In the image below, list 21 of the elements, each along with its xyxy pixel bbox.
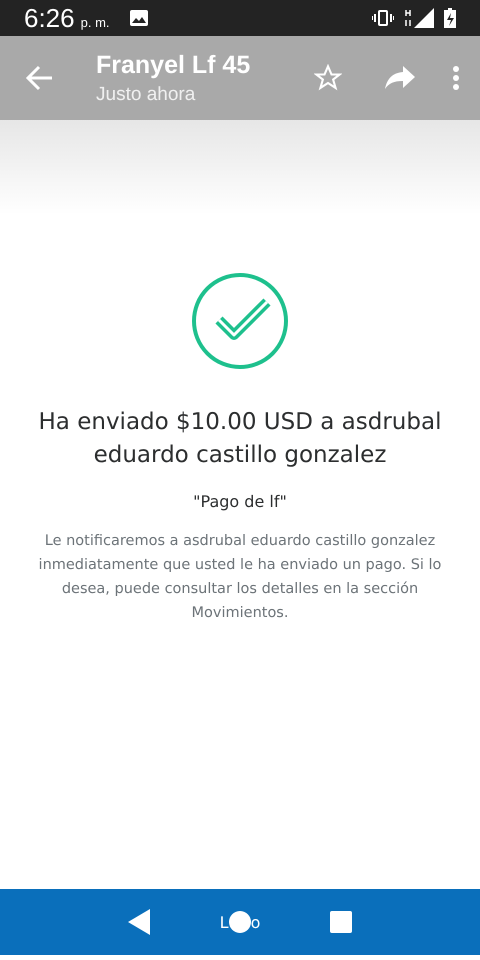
success-check-icon [191, 272, 289, 370]
done-button-bar[interactable]: L o [0, 889, 480, 955]
status-ampm: p. m. [80, 14, 110, 30]
payment-note: "Pago de lf" [193, 492, 287, 511]
battery-icon [444, 8, 456, 28]
notification-message: Le notificaremos a asdrubal eduardo castillo gonzalez inmediatamente que usted le ha enviado un pago. Si lo desea, puede consultar los detalles en la sección Movimientos. [38, 532, 442, 623]
timestamp: Justo ahora [96, 84, 196, 106]
back-arrow-icon [26, 65, 54, 91]
nav-back-button[interactable] [128, 909, 150, 935]
button-label-end: o [250, 912, 260, 932]
confirmation-heading: Ha enviado $10.00 USD a asdrubal eduardo castillo gonzalez [38, 408, 442, 470]
vibrate-icon [372, 10, 394, 26]
more-icon [452, 65, 460, 91]
conversation-title: Franyel Lf 45 [96, 50, 252, 80]
signal-icon [404, 8, 434, 28]
button-label-start: L [220, 912, 229, 932]
nav-recents-button[interactable] [330, 911, 352, 933]
back-button[interactable] [26, 65, 54, 91]
status-time: 6:26 [24, 2, 75, 34]
image-icon [130, 10, 148, 26]
nav-home-button[interactable] [228, 911, 251, 933]
